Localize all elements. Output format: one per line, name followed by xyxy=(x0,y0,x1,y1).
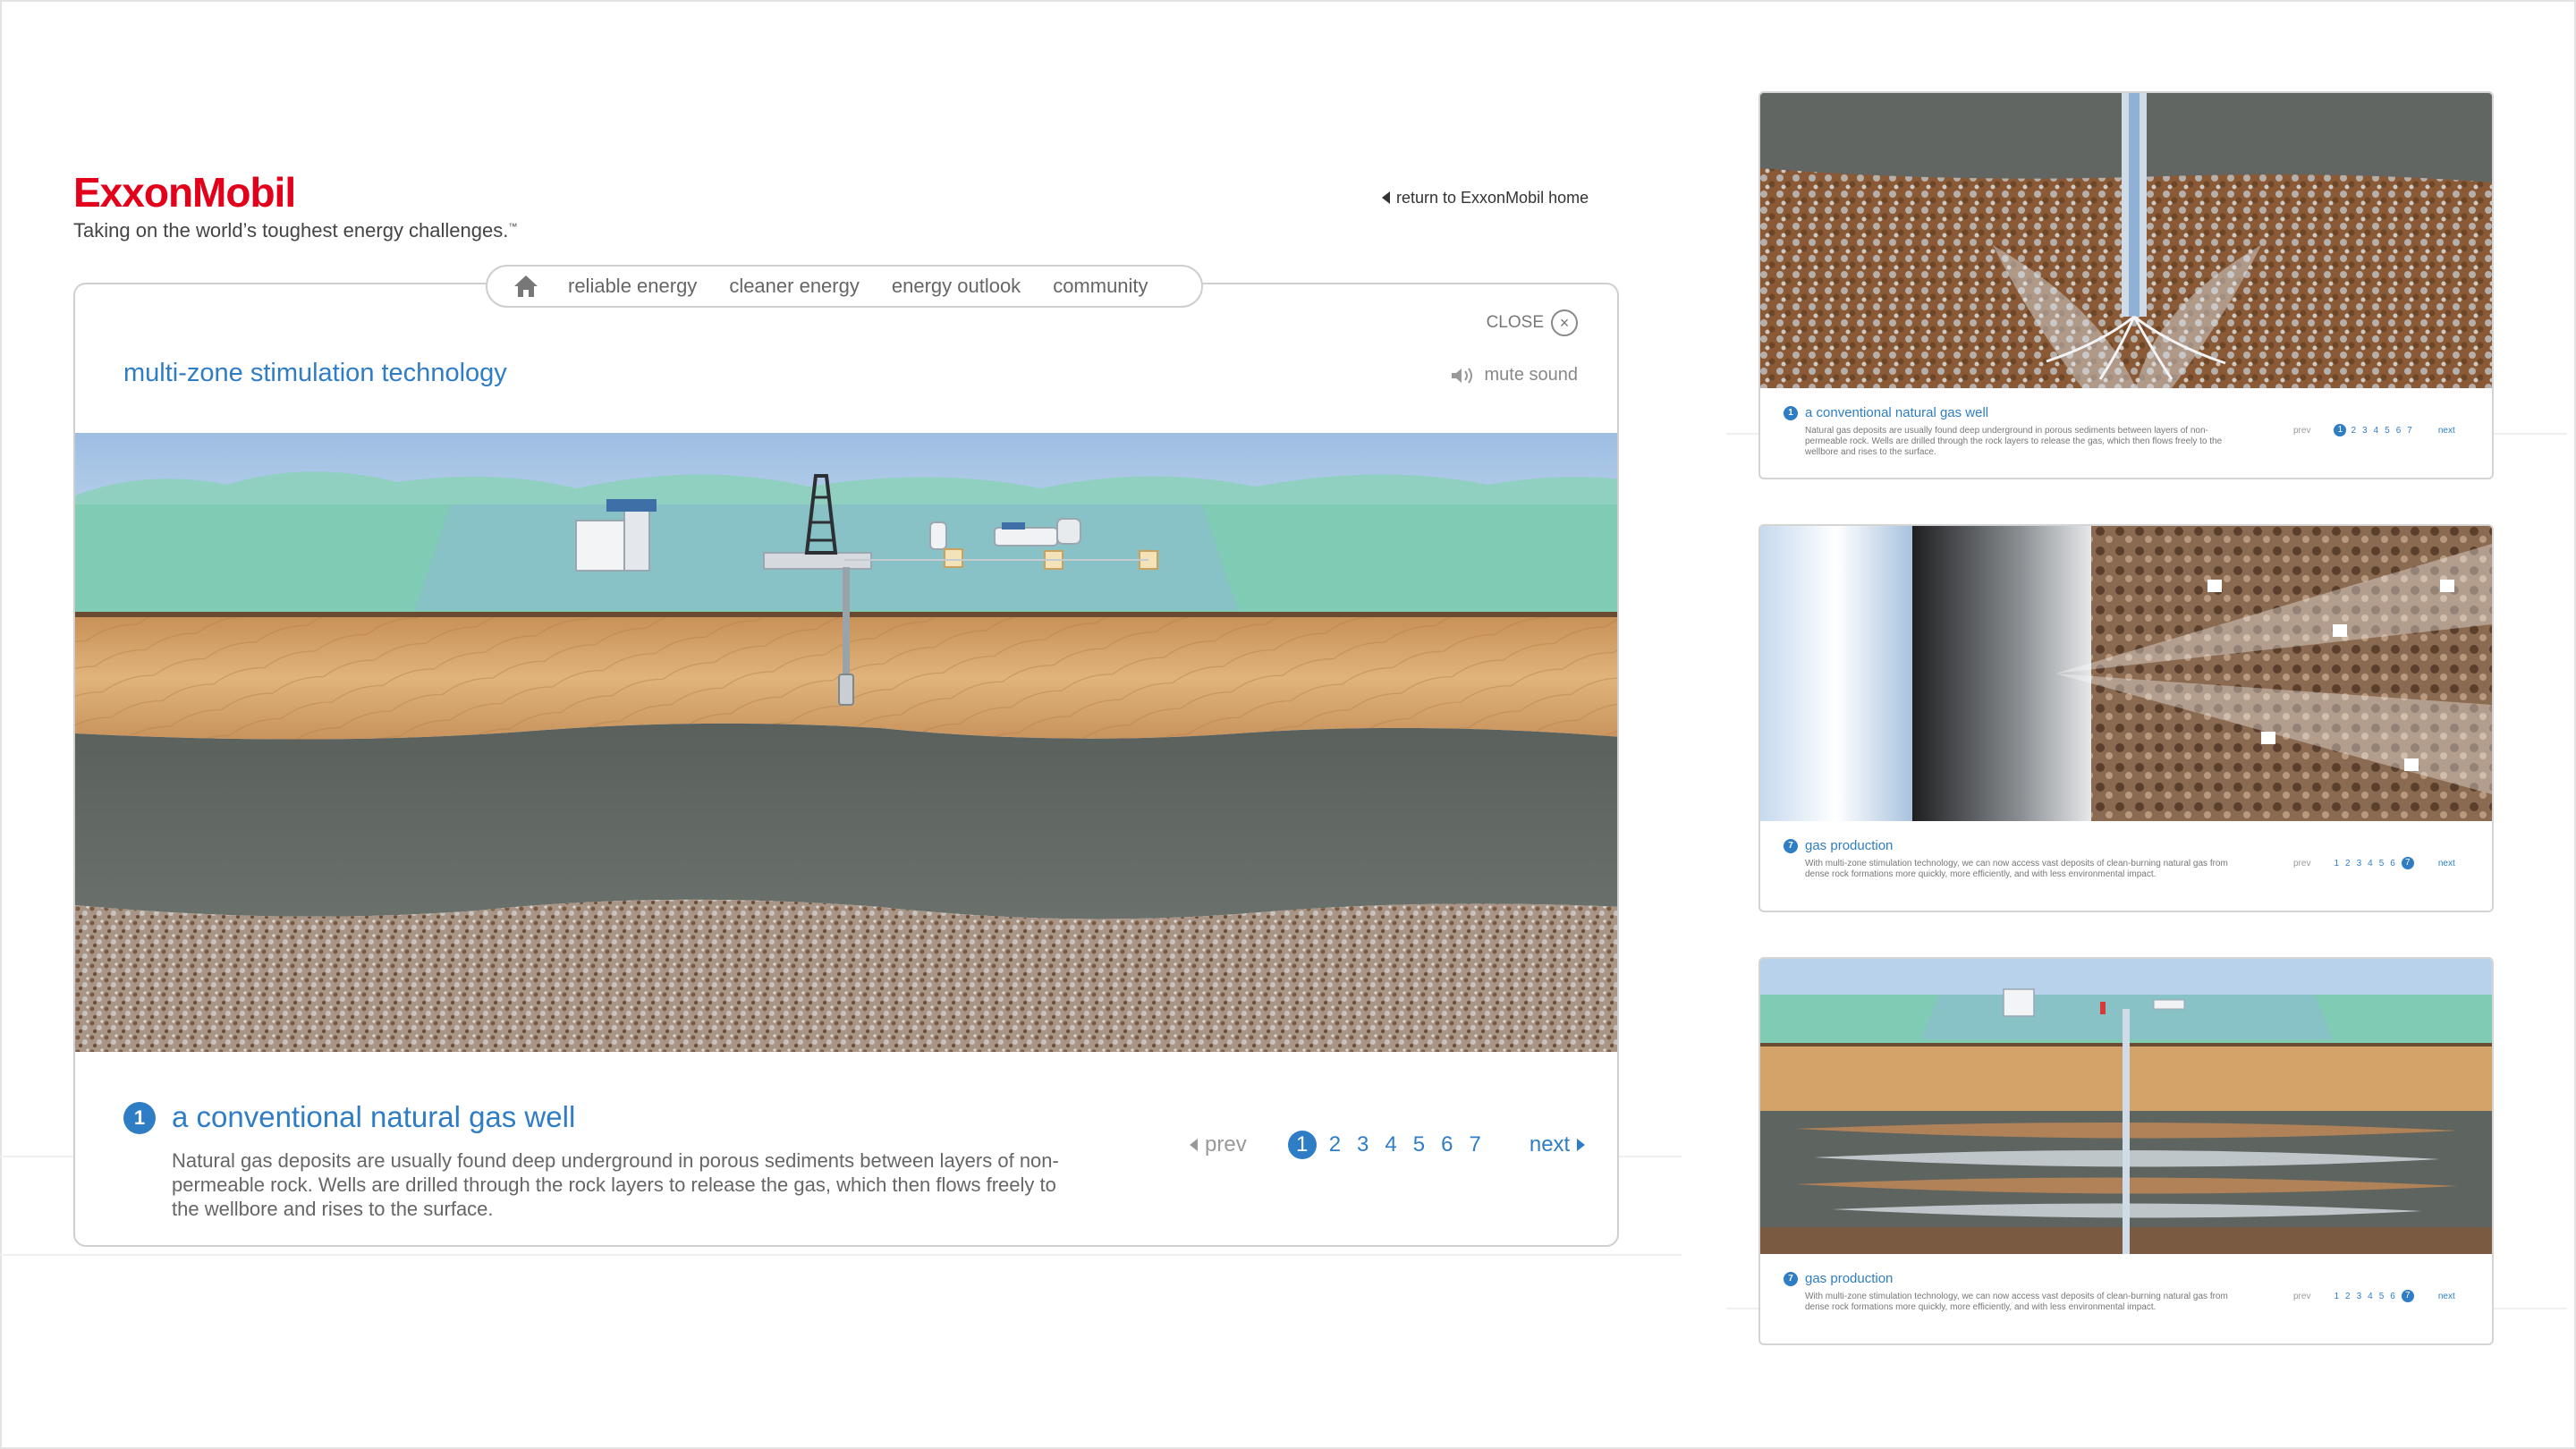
thumb-prev-button[interactable]: prev xyxy=(2293,859,2310,869)
exxonmobil-logo[interactable]: ExxonMobil xyxy=(73,168,296,216)
step-title: a conventional natural gas well xyxy=(172,1100,576,1133)
trademark-mark: ™ xyxy=(508,222,518,233)
thumb-page-button[interactable]: 5 xyxy=(2379,1292,2385,1301)
wellbore-closeup-illustration xyxy=(1760,93,2492,388)
page-5-button[interactable]: 5 xyxy=(1413,1132,1425,1157)
step-pager: prev 1 2 3 4 5 6 7 next xyxy=(1190,1131,1586,1159)
thumb-step-badge: 1 xyxy=(1784,406,1798,420)
close-button[interactable]: CLOSE × xyxy=(1487,309,1578,336)
thumbnail-step-7-wide[interactable]: 7 gas production With multi-zone stimula… xyxy=(1758,957,2494,1345)
thumb-page-button[interactable]: 7 xyxy=(2401,1290,2414,1302)
thumb-next-button[interactable]: next xyxy=(2438,1292,2455,1301)
return-home-link[interactable]: return to ExxonMobil home xyxy=(1382,189,1589,208)
top-nav: reliable energy cleaner energy energy ou… xyxy=(486,265,1203,308)
prev-button[interactable]: prev xyxy=(1190,1132,1247,1157)
close-label: CLOSE xyxy=(1486,313,1544,332)
next-button[interactable]: next xyxy=(1529,1132,1586,1157)
mute-label: mute sound xyxy=(1484,365,1578,385)
thumb-page-button[interactable]: 7 xyxy=(2401,857,2414,869)
page-3-button[interactable]: 3 xyxy=(1357,1132,1368,1157)
thumb-description: Natural gas deposits are usually found d… xyxy=(1805,426,2223,457)
nav-item-reliable-energy[interactable]: reliable energy xyxy=(568,275,697,298)
thumb-pager: prev 1 2 3 4 5 6 7 next xyxy=(2293,424,2455,436)
fracture-closeup-illustration xyxy=(1760,526,2492,821)
home-icon[interactable] xyxy=(513,274,539,299)
nav-item-cleaner-energy[interactable]: cleaner energy xyxy=(729,275,860,298)
thumb-page-button[interactable]: 4 xyxy=(2368,859,2373,869)
interactive-panel: CLOSE × multi-zone stimulation technolog… xyxy=(73,283,1619,1247)
close-icon: × xyxy=(1551,309,1578,336)
caret-left-icon xyxy=(1382,191,1390,204)
nav-item-community[interactable]: community xyxy=(1053,275,1148,298)
tagline: Taking on the world’s toughest energy ch… xyxy=(73,219,517,242)
well-cross-section-illustration xyxy=(75,433,1617,1052)
panel-title: multi-zone stimulation technology xyxy=(123,359,507,387)
thumb-description: With multi-zone stimulation technology, … xyxy=(1805,859,2228,879)
step-description: Natural gas deposits are usually found d… xyxy=(172,1149,1059,1220)
thumb-title: gas production xyxy=(1805,1271,1894,1286)
thumb-page-button[interactable]: 5 xyxy=(2385,426,2390,436)
mute-sound-button[interactable]: mute sound xyxy=(1450,365,1578,386)
thumb-page-button[interactable]: 4 xyxy=(2368,1292,2373,1301)
thumb-title: gas production xyxy=(1805,838,1894,853)
thumb-next-button[interactable]: next xyxy=(2438,859,2455,869)
thumb-page-button[interactable]: 1 xyxy=(2334,859,2339,869)
thumb-page-button[interactable]: 3 xyxy=(2362,426,2368,436)
prev-label: prev xyxy=(1205,1132,1247,1157)
thumb-page-button[interactable]: 4 xyxy=(2374,426,2379,436)
thumb-page-button[interactable]: 6 xyxy=(2390,1292,2395,1301)
thumb-page-button[interactable]: 2 xyxy=(2351,426,2356,436)
thumb-title: a conventional natural gas well xyxy=(1805,405,1989,420)
guide-line xyxy=(0,1254,1682,1256)
page-4-button[interactable]: 4 xyxy=(1385,1132,1396,1157)
thumb-page-button[interactable]: 2 xyxy=(2345,859,2351,869)
page-2-button[interactable]: 2 xyxy=(1329,1132,1341,1157)
page-6-button[interactable]: 6 xyxy=(1441,1132,1453,1157)
thumb-page-button[interactable]: 7 xyxy=(2407,426,2412,436)
thumb-page-button[interactable]: 6 xyxy=(2396,426,2402,436)
thumb-page-button[interactable]: 1 xyxy=(2334,1292,2339,1301)
page-7-button[interactable]: 7 xyxy=(1469,1132,1480,1157)
thumb-pager: prev 1 2 3 4 5 6 7 next xyxy=(2293,857,2455,869)
caret-left-icon xyxy=(1190,1139,1198,1151)
thumbnail-step-7-closeup[interactable]: 7 gas production With multi-zone stimula… xyxy=(1758,524,2494,912)
speaker-icon xyxy=(1452,367,1473,384)
multi-zone-fracture-illustration xyxy=(1760,959,2492,1254)
thumb-description: With multi-zone stimulation technology, … xyxy=(1805,1292,2228,1312)
thumb-page-button[interactable]: 3 xyxy=(2357,859,2362,869)
thumb-step-badge: 7 xyxy=(1784,839,1798,853)
thumb-step-badge: 7 xyxy=(1784,1272,1798,1286)
caret-right-icon xyxy=(1577,1139,1586,1151)
return-home-label: return to ExxonMobil home xyxy=(1396,189,1589,207)
logo-text: ExxonMobil xyxy=(73,169,296,216)
tagline-text: Taking on the world’s toughest energy ch… xyxy=(73,219,509,242)
thumb-prev-button[interactable]: prev xyxy=(2293,426,2310,436)
step-number-badge: 1 xyxy=(123,1102,156,1134)
thumb-page-button[interactable]: 3 xyxy=(2357,1292,2362,1301)
thumb-page-button[interactable]: 1 xyxy=(2334,424,2347,436)
thumb-page-button[interactable]: 2 xyxy=(2345,1292,2351,1301)
thumb-pager: prev 1 2 3 4 5 6 7 next xyxy=(2293,1290,2455,1302)
thumb-page-button[interactable]: 5 xyxy=(2379,859,2385,869)
thumb-page-button[interactable]: 6 xyxy=(2390,859,2395,869)
next-label: next xyxy=(1529,1132,1571,1157)
page-1-button[interactable]: 1 xyxy=(1287,1131,1317,1159)
thumbnail-step-1[interactable]: 1 a conventional natural gas well Natura… xyxy=(1758,91,2494,479)
thumb-prev-button[interactable]: prev xyxy=(2293,1292,2310,1301)
nav-item-energy-outlook[interactable]: energy outlook xyxy=(892,275,1021,298)
thumb-next-button[interactable]: next xyxy=(2438,426,2455,436)
